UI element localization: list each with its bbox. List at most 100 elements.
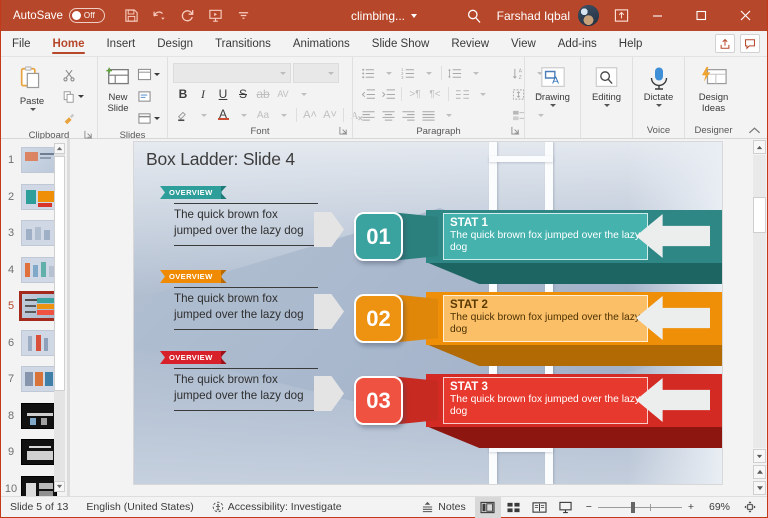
slide-title[interactable]: Box Ladder: Slide 4 xyxy=(146,149,295,170)
increase-indent-icon[interactable] xyxy=(378,84,398,104)
maximize-button[interactable] xyxy=(679,0,723,31)
close-button[interactable] xyxy=(723,0,767,31)
slide-sorter-icon[interactable] xyxy=(501,497,527,518)
character-spacing-button[interactable]: AV xyxy=(273,84,293,104)
text-highlight-icon[interactable] xyxy=(173,105,193,125)
align-right-icon[interactable] xyxy=(398,105,418,125)
stat-row-1[interactable]: STAT 1 The quick brown fox jumped over t… xyxy=(354,200,722,286)
strikethrough-button[interactable]: S xyxy=(233,84,253,104)
slide-canvas[interactable]: Box Ladder: Slide 4 OVERVIEW The quick b… xyxy=(134,142,722,484)
fit-slide-icon[interactable] xyxy=(737,497,763,518)
font-name-input[interactable] xyxy=(173,63,291,83)
avatar[interactable] xyxy=(578,5,599,26)
zoom-level[interactable]: 69% xyxy=(700,501,730,513)
undo-icon[interactable] xyxy=(147,4,172,28)
overview-text-3[interactable]: The quick brown fox jumped over the lazy… xyxy=(160,369,332,406)
chevron-down-icon[interactable] xyxy=(438,105,458,125)
drawing-button[interactable]: A Drawing xyxy=(530,62,575,107)
increase-font-size-button[interactable]: A˄ xyxy=(300,105,320,125)
tab-add-ins[interactable]: Add-ins xyxy=(547,31,608,56)
notes-button[interactable]: Notes xyxy=(412,497,474,517)
chevron-down-icon[interactable] xyxy=(154,117,160,120)
zoom-out-button[interactable]: − xyxy=(586,501,592,513)
copy-icon[interactable] xyxy=(60,86,86,107)
account-name[interactable]: Farshad Iqbal xyxy=(497,9,570,23)
scroll-up-arrow-icon[interactable] xyxy=(54,143,65,154)
new-slide-button[interactable]: New Slide xyxy=(103,62,133,114)
chevron-down-icon[interactable] xyxy=(29,108,36,111)
save-icon[interactable] xyxy=(119,4,144,28)
stat-number-box-1[interactable]: 01 xyxy=(354,212,403,261)
zoom-slider-handle[interactable] xyxy=(630,501,635,513)
search-icon[interactable] xyxy=(455,8,493,24)
tab-review[interactable]: Review xyxy=(440,31,500,56)
italic-button[interactable]: I xyxy=(193,84,213,104)
chevron-down-icon[interactable] xyxy=(550,104,556,107)
chevron-down-icon[interactable] xyxy=(154,73,160,76)
chevron-down-icon[interactable] xyxy=(78,95,84,98)
next-slide-button[interactable] xyxy=(753,481,766,495)
overview-text-2[interactable]: The quick brown fox jumped over the lazy… xyxy=(160,288,332,325)
start-presentation-icon[interactable] xyxy=(203,4,228,28)
justify-icon[interactable] xyxy=(418,105,438,125)
rtl-text-button[interactable]: >¶ xyxy=(405,84,425,104)
reading-view-icon[interactable] xyxy=(527,497,553,518)
collapse-ribbon-icon[interactable] xyxy=(748,126,761,136)
columns-icon[interactable] xyxy=(452,84,472,104)
thumbnail-scroll-thumb[interactable] xyxy=(54,156,65,392)
chevron-down-icon[interactable] xyxy=(233,105,253,125)
design-ideas-button[interactable]: Design Ideas xyxy=(690,62,737,114)
bullets-icon[interactable] xyxy=(358,63,378,83)
overview-block-1[interactable]: OVERVIEW The quick brown fox jumped over… xyxy=(160,186,332,246)
slide-thumbnail-panel[interactable]: 1 2 3 4 5 6 7 8 9 10 xyxy=(1,139,67,496)
zoom-in-button[interactable]: + xyxy=(688,501,694,513)
change-case-button[interactable]: Aa xyxy=(253,105,273,125)
normal-view-icon[interactable] xyxy=(474,496,501,518)
chevron-down-icon[interactable] xyxy=(293,84,313,104)
customize-qat-icon[interactable] xyxy=(231,4,256,28)
ltr-text-button[interactable]: ¶< xyxy=(425,84,445,104)
tab-design[interactable]: Design xyxy=(146,31,204,56)
tab-help[interactable]: Help xyxy=(608,31,654,56)
redo-icon[interactable] xyxy=(175,4,200,28)
chevron-down-icon[interactable] xyxy=(378,63,398,83)
previous-slide-button[interactable] xyxy=(753,465,766,479)
layout-icon[interactable] xyxy=(135,64,162,85)
slide-scroll-track[interactable] xyxy=(753,155,766,448)
tab-insert[interactable]: Insert xyxy=(95,31,146,56)
paragraph-dialog-launcher[interactable] xyxy=(511,126,520,135)
section-icon[interactable] xyxy=(135,108,162,129)
chevron-down-icon[interactable] xyxy=(604,104,610,107)
scroll-up-arrow-icon[interactable] xyxy=(753,140,766,154)
underline-button[interactable]: U xyxy=(213,84,233,104)
font-dialog-launcher[interactable] xyxy=(339,126,348,135)
text-shadow-button[interactable]: ab xyxy=(253,84,273,104)
ribbon-display-options-icon[interactable] xyxy=(607,4,635,28)
comments-icon[interactable] xyxy=(740,34,760,53)
chevron-down-icon[interactable] xyxy=(465,63,485,83)
tab-home[interactable]: Home xyxy=(42,31,96,56)
overview-text-1[interactable]: The quick brown fox jumped over the lazy… xyxy=(160,204,332,241)
autosave-toggle[interactable]: AutoSave Off xyxy=(13,8,105,23)
editing-button[interactable]: Editing xyxy=(586,62,627,107)
chevron-down-icon[interactable] xyxy=(411,13,418,18)
chevron-down-icon[interactable] xyxy=(193,105,213,125)
list-level-icon[interactable] xyxy=(445,63,465,83)
clipboard-dialog-launcher[interactable] xyxy=(84,130,93,139)
share-icon[interactable] xyxy=(715,34,735,53)
slide-show-icon[interactable] xyxy=(553,497,579,518)
decrease-font-size-button[interactable]: A˅ xyxy=(320,105,340,125)
tab-file[interactable]: File xyxy=(1,31,42,56)
zoom-slider[interactable] xyxy=(597,501,682,513)
minimize-button[interactable] xyxy=(635,0,679,31)
thumbnail-scrollbar[interactable] xyxy=(54,143,65,492)
chevron-down-icon[interactable] xyxy=(656,104,662,107)
document-title[interactable]: climbing... xyxy=(351,9,405,23)
chevron-down-icon[interactable] xyxy=(418,63,438,83)
slide-indicator[interactable]: Slide 5 of 13 xyxy=(1,497,77,517)
reset-icon[interactable] xyxy=(135,86,162,107)
language-indicator[interactable]: English (United States) xyxy=(77,497,202,517)
tab-view[interactable]: View xyxy=(500,31,547,56)
decrease-indent-icon[interactable] xyxy=(358,84,378,104)
autosave-switch[interactable]: Off xyxy=(68,8,105,23)
